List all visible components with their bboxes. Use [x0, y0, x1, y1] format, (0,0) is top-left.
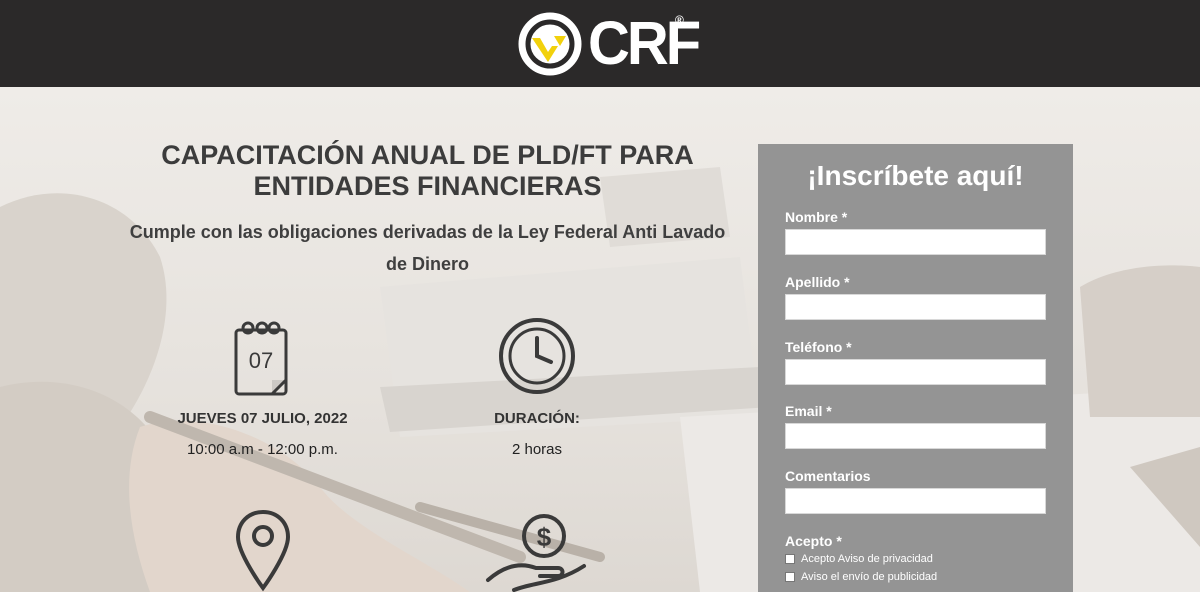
- money-hand-icon: $: [486, 514, 586, 592]
- privacy-checkbox[interactable]: [785, 554, 795, 564]
- publicity-checkbox-row[interactable]: Aviso el envío de publicidad: [785, 571, 937, 583]
- clock-icon-wrap: [497, 316, 577, 396]
- event-duration-block: DURACIÓN: 2 horas: [437, 410, 637, 458]
- registration-form: ¡Inscríbete aquí! Nombre * Apellido * Te…: [758, 144, 1073, 592]
- crf-logo-emblem-icon: [518, 12, 582, 76]
- location-pin-icon: [235, 509, 291, 592]
- calendar-icon-wrap: 07: [228, 320, 294, 398]
- privacy-checkbox-label: Acepto Aviso de privacidad: [801, 553, 933, 565]
- event-duration-label: DURACIÓN:: [494, 410, 580, 427]
- calendar-day: 07: [249, 348, 273, 373]
- nombre-label: Nombre *: [785, 209, 848, 225]
- email-label: Email *: [785, 403, 832, 419]
- page-title: CAPACITACIÓN ANUAL DE PLD/FT PARA ENTIDA…: [161, 140, 694, 201]
- event-duration-value: 2 horas: [511, 441, 563, 458]
- email-input[interactable]: [785, 423, 1046, 449]
- publicity-checkbox-label: Aviso el envío de publicidad: [801, 571, 938, 583]
- privacy-checkbox-row[interactable]: Acepto Aviso de privacidad: [785, 553, 933, 565]
- event-date-block: JUEVES 07 JULIO, 2022 10:00 a.m - 12:00 …: [150, 410, 375, 458]
- calendar-icon: 07: [234, 321, 288, 396]
- event-date-label: JUEVES 07 JULIO, 2022: [177, 410, 348, 427]
- apellido-label: Apellido *: [785, 274, 850, 290]
- form-title: ¡Inscríbete aquí!: [807, 160, 1024, 191]
- nombre-input[interactable]: [785, 229, 1046, 255]
- page-subtitle: Cumple con las obligaciones derivadas de…: [129, 222, 726, 274]
- publicity-checkbox[interactable]: [785, 572, 795, 582]
- telefono-label: Teléfono *: [785, 339, 852, 355]
- svg-text:$: $: [537, 522, 552, 552]
- acepto-label: Acepto *: [785, 533, 842, 549]
- comentarios-input[interactable]: [785, 488, 1046, 514]
- telefono-input[interactable]: [785, 359, 1046, 385]
- event-time-value: 10:00 a.m - 12:00 p.m.: [187, 441, 338, 458]
- comentarios-label: Comentarios: [785, 468, 871, 484]
- crf-logo[interactable]: CRF ®: [518, 11, 701, 77]
- registered-mark: ®: [675, 13, 684, 27]
- payment-icon-wrap: $: [484, 510, 590, 592]
- site-header: CRF ®: [0, 0, 1200, 87]
- location-icon-wrap: [233, 508, 293, 592]
- clock-icon: [499, 318, 575, 394]
- apellido-input[interactable]: [785, 294, 1046, 320]
